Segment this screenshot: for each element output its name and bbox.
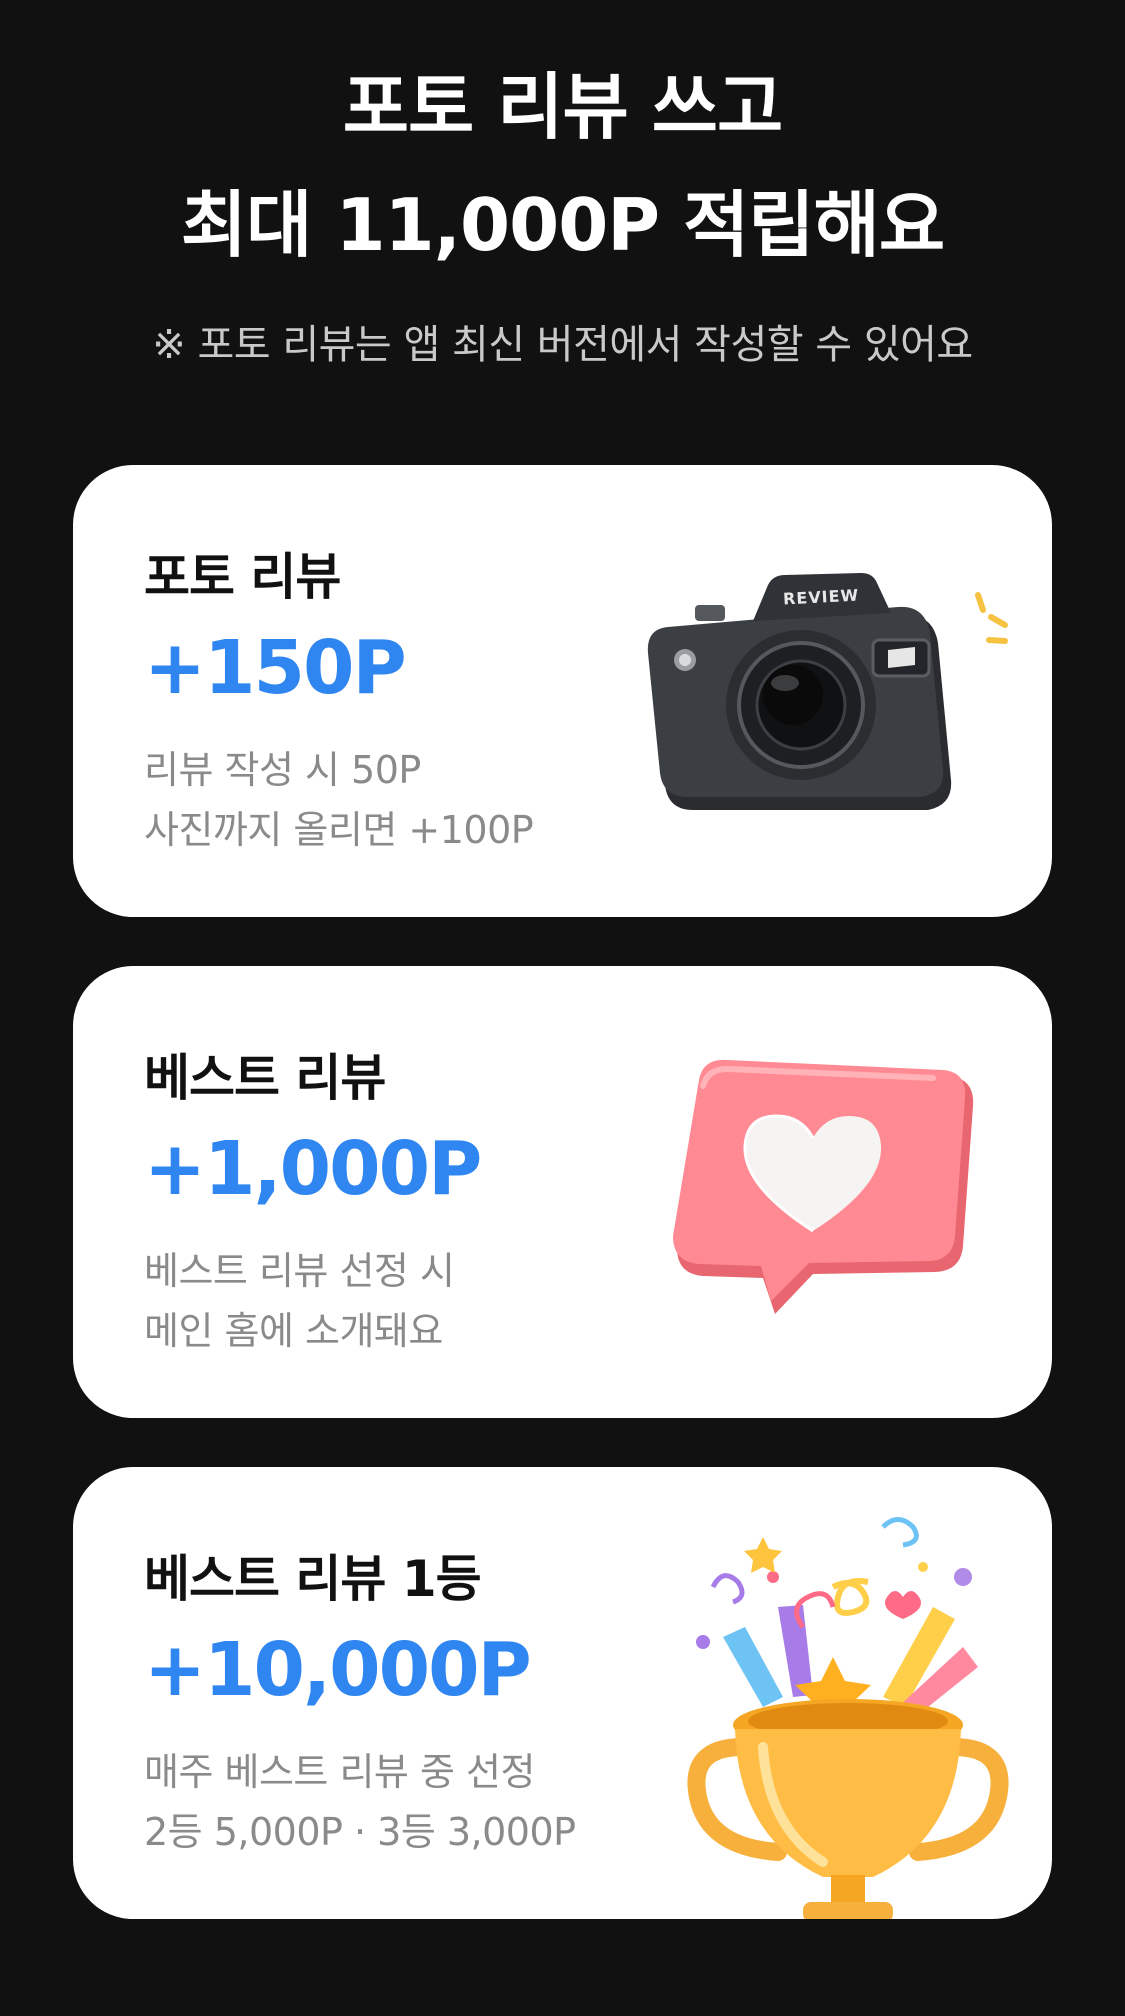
card-title: 포토 리뷰 — [144, 548, 341, 606]
title-line-1: 포토 리뷰 쓰고 — [342, 65, 784, 149]
heart-bubble-icon — [673, 1059, 974, 1314]
card-title: 베스트 리뷰 1등 — [144, 1550, 482, 1608]
card-points: +10,000P — [144, 1627, 532, 1713]
description-line-2: 사진까지 올리면 +100P — [144, 808, 534, 852]
version-notice: ※ 포토 리뷰는 앱 최신 버전에서 작성할 수 있어요 — [152, 322, 973, 368]
card-points: +1,000P — [144, 1126, 482, 1212]
camera-icon: REVIEW — [647, 573, 1008, 810]
description-line-1: 리뷰 작성 시 50P — [144, 748, 421, 792]
best-review-card: 베스트 리뷰 +1,000P 베스트 리뷰 선정 시 메인 홈에 소개돼요 — [73, 966, 1052, 1418]
camera-label: REVIEW — [783, 586, 860, 609]
card-description: 매주 베스트 리뷰 중 선정 2등 5,000P · 3등 3,000P — [144, 1742, 576, 1862]
card-description: 리뷰 작성 시 50P 사진까지 올리면 +100P — [144, 740, 534, 860]
title-line-2: 최대 11,000P 적립해요 — [180, 183, 945, 267]
photo-review-card: 포토 리뷰 +150P 리뷰 작성 시 50P 사진까지 올리면 +100P R… — [73, 465, 1052, 917]
description-line-1: 베스트 리뷰 선정 시 — [144, 1249, 455, 1293]
description-line-2: 2등 5,000P · 3등 3,000P — [144, 1810, 576, 1854]
page-title: 포토 리뷰 쓰고 최대 11,000P 적립해요 — [0, 48, 1125, 284]
card-description: 베스트 리뷰 선정 시 메인 홈에 소개돼요 — [144, 1241, 455, 1361]
card-title: 베스트 리뷰 — [144, 1049, 386, 1107]
description-line-1: 매주 베스트 리뷰 중 선정 — [144, 1750, 535, 1794]
trophy-icon — [687, 1517, 1009, 1919]
best-review-first-card: 베스트 리뷰 1등 +10,000P 매주 베스트 리뷰 중 선정 2등 5,0… — [73, 1467, 1052, 1919]
card-points: +150P — [144, 625, 407, 711]
description-line-2: 메인 홈에 소개돼요 — [144, 1309, 443, 1353]
